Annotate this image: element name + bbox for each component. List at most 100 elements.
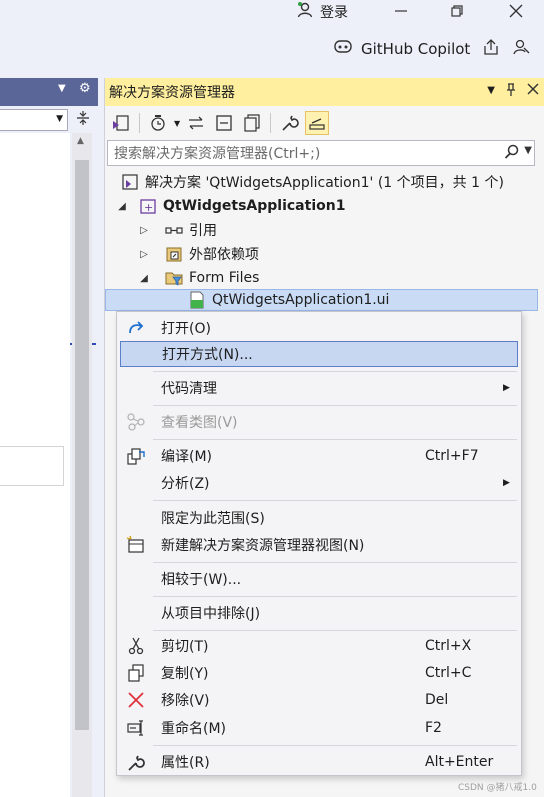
scrollbar-thumb[interactable] bbox=[75, 160, 89, 730]
menu-item-open[interactable]: 打开(O) bbox=[120, 315, 518, 341]
menu-item-copy[interactable]: 复制(Y) Ctrl+C bbox=[120, 660, 518, 686]
chevron-down-icon[interactable]: ▼ bbox=[58, 83, 66, 94]
split-icon bbox=[76, 110, 90, 130]
class-diagram-icon bbox=[125, 411, 147, 433]
references-icon bbox=[165, 221, 183, 239]
chevron-down-icon[interactable]: ▼ bbox=[174, 119, 180, 128]
external-deps-icon bbox=[165, 245, 183, 263]
menu-item-open-with[interactable]: 打开方式(N)... bbox=[120, 341, 518, 367]
collapsed-icon[interactable]: ▷ bbox=[137, 249, 151, 260]
menu-separator bbox=[153, 500, 517, 501]
title-bar: 登录 GitHub Copilot bbox=[0, 0, 544, 72]
chevron-down-icon[interactable]: ▼ bbox=[524, 145, 532, 156]
expanded-icon[interactable]: ◢ bbox=[137, 273, 151, 284]
close-icon[interactable] bbox=[527, 83, 539, 101]
menu-item-remove[interactable]: 移除(V) Del bbox=[120, 687, 518, 713]
pin-icon[interactable] bbox=[505, 83, 517, 101]
toolbar-separator bbox=[270, 113, 272, 133]
menu-separator bbox=[153, 596, 517, 597]
menu-separator bbox=[153, 745, 517, 746]
menu-separator bbox=[153, 439, 517, 440]
submenu-arrow-icon: ▶ bbox=[503, 478, 510, 488]
svg-text:+: + bbox=[144, 201, 153, 214]
tree-item-form-files[interactable]: ◢ Form Files bbox=[137, 267, 259, 289]
editor-tab-strip: ▼ ⚙ bbox=[0, 78, 98, 106]
ui-file-label: QtWidgetsApplication1.ui bbox=[212, 292, 390, 308]
copilot-label: GitHub Copilot bbox=[361, 40, 471, 58]
panel-title: 解决方案资源管理器 bbox=[109, 85, 235, 101]
minimize-button[interactable] bbox=[388, 2, 414, 24]
menu-separator bbox=[153, 562, 517, 563]
solution-icon bbox=[121, 173, 139, 191]
tree-item-project[interactable]: ◢ + QtWidgetsApplication1 bbox=[115, 195, 345, 217]
collapsed-icon[interactable]: ▷ bbox=[137, 225, 151, 236]
menu-item-exclude-from-project[interactable]: 从项目中排除(J) bbox=[120, 600, 518, 626]
preview-selected-icon[interactable] bbox=[305, 111, 330, 135]
wrench-icon[interactable] bbox=[277, 111, 301, 135]
remove-x-icon bbox=[125, 689, 147, 711]
maximize-button[interactable] bbox=[444, 2, 470, 24]
chevron-down-icon[interactable]: ▼ bbox=[487, 83, 495, 101]
menu-separator bbox=[153, 371, 517, 372]
chevron-down-icon: ▼ bbox=[56, 114, 63, 124]
menu-separator bbox=[153, 630, 517, 631]
share-icon[interactable] bbox=[482, 38, 500, 60]
tree-item-ui-file[interactable]: QtWidgetsApplication1.ui bbox=[105, 289, 538, 311]
close-window-button[interactable] bbox=[503, 2, 529, 24]
references-label: 引用 bbox=[189, 223, 217, 239]
gear-icon[interactable]: ⚙ bbox=[79, 81, 91, 96]
split-button[interactable] bbox=[70, 109, 96, 131]
search-placeholder: 搜索解决方案资源管理器(Ctrl+;) bbox=[114, 146, 321, 162]
editor-widget-box bbox=[0, 446, 64, 486]
solution-explorer-search[interactable]: 搜索解决方案资源管理器(Ctrl+;) ▼ bbox=[107, 140, 535, 166]
submenu-arrow-icon: ▶ bbox=[503, 383, 510, 393]
ui-file-icon bbox=[188, 291, 206, 309]
copilot-icon bbox=[333, 38, 353, 60]
scroll-up-icon[interactable]: ▲ bbox=[77, 136, 84, 146]
tree-item-solution[interactable]: 解决方案 'QtWidgetsApplication1' (1 个项目，共 1 … bbox=[121, 171, 504, 193]
collapse-all-icon[interactable] bbox=[212, 111, 236, 135]
compile-icon bbox=[125, 445, 147, 467]
menu-item-new-se-view[interactable]: 新建解决方案资源管理器视图(N) bbox=[120, 532, 518, 558]
menu-item-properties[interactable]: 属性(R) Alt+Enter bbox=[120, 749, 518, 775]
minimize-icon bbox=[394, 4, 408, 22]
login-button[interactable]: 登录 bbox=[296, 1, 348, 23]
rename-icon bbox=[125, 717, 147, 739]
menu-item-scope-to-this[interactable]: 限定为此范围(S) bbox=[120, 505, 518, 531]
project-icon: + bbox=[139, 197, 157, 215]
user-icon bbox=[296, 1, 314, 23]
form-files-label: Form Files bbox=[189, 270, 260, 286]
wrench-icon bbox=[125, 751, 147, 773]
menu-item-rename[interactable]: 重命名(M) F2 bbox=[120, 715, 518, 741]
restore-icon bbox=[450, 4, 464, 22]
tree-item-external-deps[interactable]: ▷ 外部依赖项 bbox=[137, 243, 259, 265]
login-label: 登录 bbox=[320, 5, 348, 21]
sync-icon[interactable] bbox=[184, 111, 208, 135]
tree-item-references[interactable]: ▷ 引用 bbox=[137, 219, 217, 241]
switch-views-icon[interactable] bbox=[109, 111, 133, 135]
context-menu: 打开(O) 打开方式(N)... 代码清理 ▶ 查看类图(V) 编译(M) Ct… bbox=[116, 311, 522, 776]
solution-label: 解决方案 'QtWidgetsApplication1' (1 个项目，共 1 … bbox=[145, 175, 504, 191]
solution-explorer-toolbar: ▼ bbox=[105, 108, 544, 138]
feedback-user-icon[interactable] bbox=[512, 38, 530, 60]
menu-item-cut[interactable]: 剪切(T) Ctrl+X bbox=[120, 633, 518, 659]
scissors-icon bbox=[125, 635, 147, 657]
menu-item-compile[interactable]: 编译(M) Ctrl+F7 bbox=[120, 443, 518, 469]
close-icon bbox=[509, 4, 523, 22]
pending-changes-icon[interactable] bbox=[146, 111, 170, 135]
search-icon[interactable] bbox=[504, 144, 520, 164]
menu-separator bbox=[153, 405, 517, 406]
external-deps-label: 外部依赖项 bbox=[189, 247, 259, 263]
watermark: CSDN @猪八戒1.0 bbox=[458, 783, 537, 793]
expanded-icon[interactable]: ◢ bbox=[115, 201, 129, 212]
menu-item-view-class-diagram: 查看类图(V) bbox=[120, 409, 518, 435]
github-copilot-button[interactable]: GitHub Copilot bbox=[333, 38, 470, 60]
show-all-files-icon[interactable] bbox=[240, 111, 264, 135]
editor-dropdown[interactable]: ▼ bbox=[0, 109, 68, 131]
menu-item-compare-with[interactable]: 相较于(W)... bbox=[120, 566, 518, 592]
open-arrow-icon bbox=[125, 317, 147, 339]
solution-explorer-header: 解决方案资源管理器 ▼ bbox=[105, 78, 544, 106]
menu-item-code-cleanup[interactable]: 代码清理 ▶ bbox=[120, 375, 518, 401]
menu-item-analyze[interactable]: 分析(Z) ▶ bbox=[120, 470, 518, 496]
project-label: QtWidgetsApplication1 bbox=[163, 198, 346, 214]
